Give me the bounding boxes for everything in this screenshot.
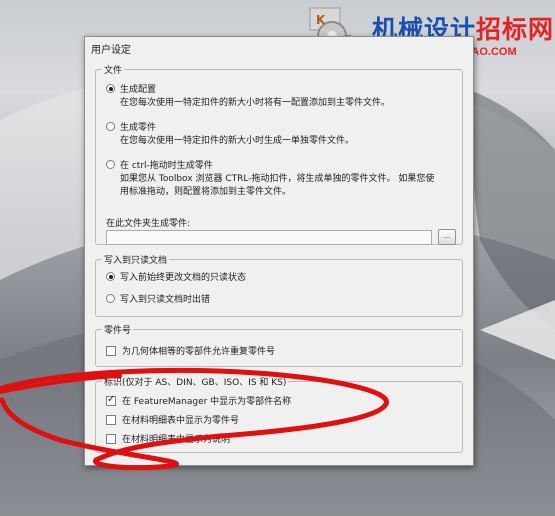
checkbox-icon[interactable] bbox=[106, 414, 116, 425]
radio-readonly-error[interactable]: 写入到只读文档时出错 bbox=[106, 292, 210, 305]
radio-button-icon[interactable] bbox=[106, 160, 115, 169]
file-group-caption: 文件 bbox=[102, 63, 125, 76]
radio-change-readonly[interactable]: 写入前始终更改文档的只读状态 bbox=[106, 270, 246, 283]
ctrl-drag-description: 如果您从 Toolbox 浏览器 CTRL-拖动扣件，将生成单独的零件文件。 如… bbox=[120, 174, 435, 197]
create-part-description: 在您每次使用一特定扣件的新大小时生成一单独零件文件。 bbox=[120, 136, 355, 146]
svg-text:K: K bbox=[316, 13, 326, 27]
marking-group-caption: 标识(仅对于 AS、DIN、GB、ISO、IS 和 KS) bbox=[102, 375, 289, 388]
radio-button-icon[interactable] bbox=[106, 294, 115, 303]
checkbox-duplicate-part-number[interactable]: 为几何体相等的零部件允许重复零件号 bbox=[106, 344, 275, 357]
checkbox-bom-description[interactable]: 在材料明细表中显示为说明 bbox=[106, 432, 230, 445]
user-settings-dialog: 用户设定 文件 生成配置 在您每次使用一特定扣件的新大小时将有一配置添加到主零件… bbox=[84, 36, 474, 466]
radio-create-part[interactable]: 生成零件 bbox=[106, 120, 156, 133]
file-group: 文件 生成配置 在您每次使用一特定扣件的新大小时将有一配置添加到主零件文件。 生… bbox=[95, 63, 463, 245]
marking-group: 标识(仅对于 AS、DIN、GB、ISO、IS 和 KS) 在 FeatureM… bbox=[95, 375, 463, 453]
radio-create-config[interactable]: 生成配置 bbox=[106, 82, 156, 95]
folder-label: 在此文件夹生成零件: bbox=[106, 219, 191, 229]
folder-path-input[interactable] bbox=[106, 230, 432, 245]
radio-button-icon[interactable] bbox=[106, 84, 115, 93]
readonly-group: 写入到只读文档 写入前始终更改文档的只读状态 写入到只读文档时出错 bbox=[95, 253, 463, 317]
checkbox-icon[interactable] bbox=[106, 433, 116, 444]
browse-folder-button[interactable]: ... bbox=[438, 229, 456, 245]
part-number-group: 零件号 为几何体相等的零部件允许重复零件号 bbox=[95, 323, 463, 367]
dialog-title: 用户设定 bbox=[91, 45, 131, 56]
part-number-group-caption: 零件号 bbox=[102, 323, 134, 336]
radio-ctrl-drag-part[interactable]: 在 ctrl-拖动时生成零件 bbox=[106, 158, 213, 171]
radio-button-icon[interactable] bbox=[106, 122, 115, 131]
create-config-description: 在您每次使用一特定扣件的新大小时将有一配置添加到主零件文件。 bbox=[120, 98, 391, 108]
checkbox-featuremanager-name[interactable]: 在 FeatureManager 中显示为零部件名称 bbox=[106, 394, 291, 407]
checkbox-icon[interactable] bbox=[106, 345, 116, 356]
checkbox-icon[interactable] bbox=[106, 394, 116, 406]
readonly-group-caption: 写入到只读文档 bbox=[102, 253, 170, 266]
radio-button-icon[interactable] bbox=[106, 272, 115, 281]
checkbox-bom-part-number[interactable]: 在材料明细表中显示为零件号 bbox=[106, 413, 239, 426]
